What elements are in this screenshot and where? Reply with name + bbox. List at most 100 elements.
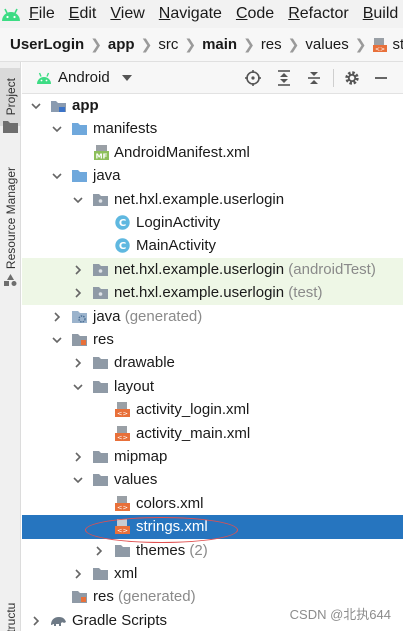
chevron-right-icon: ❯ <box>184 36 197 52</box>
watermark: CSDN @北执644 <box>289 607 391 622</box>
gradle-elephant-icon <box>51 616 66 626</box>
breadcrumb-project[interactable]: UserLogin <box>10 28 84 61</box>
breadcrumb-app[interactable]: app <box>108 28 135 61</box>
tree-label-package-test: net.hxl.example.userlogin (test) <box>114 283 322 302</box>
chevron-down-icon[interactable] <box>51 123 63 135</box>
folder-icon <box>93 474 108 487</box>
gear-icon[interactable] <box>343 69 361 87</box>
svg-text:<>: <> <box>117 410 128 418</box>
structure-tool-tab[interactable]: Structure <box>0 602 21 631</box>
tree-label-android-manifest: AndroidManifest.xml <box>114 143 250 161</box>
dropdown-arrow-icon[interactable] <box>121 74 132 82</box>
tree-row-strings[interactable]: <> strings.xml <box>22 515 403 539</box>
resource-manager-icon <box>4 274 17 286</box>
chevron-down-icon[interactable] <box>72 381 84 393</box>
expand-all-icon[interactable] <box>275 69 293 87</box>
chevron-right-icon: ❯ <box>354 36 367 52</box>
chevron-right-icon[interactable] <box>72 568 84 580</box>
chevron-right-icon[interactable] <box>72 357 84 369</box>
tree-row-android-manifest[interactable]: MF AndroidManifest.xml <box>22 141 403 164</box>
tree-label-res-generated: res (generated) <box>93 587 196 606</box>
package-folder-icon <box>93 287 108 300</box>
tree-label-activity-login: activity_login.xml <box>136 401 250 419</box>
tree-row-xml[interactable]: xml <box>22 562 403 585</box>
svg-text:<>: <> <box>117 503 128 511</box>
breadcrumb-values[interactable]: values <box>305 28 348 61</box>
menu-build[interactable]: Build <box>356 0 403 28</box>
tree-row-activity-main[interactable]: <> activity_main.xml <box>22 422 403 445</box>
breadcrumb: UserLogin ❯ app ❯ src ❯ main ❯ res ❯ val… <box>0 28 403 62</box>
tree-row-package-test[interactable]: net.hxl.example.userlogin (test) <box>22 281 403 305</box>
folder-name: themes <box>136 541 186 559</box>
tree-row-package-main[interactable]: net.hxl.example.userlogin <box>22 188 403 211</box>
chevron-right-icon[interactable] <box>30 615 42 627</box>
chevron-right-icon[interactable] <box>93 545 105 557</box>
chevron-right-icon[interactable] <box>72 287 84 299</box>
folder-name: java <box>93 307 121 325</box>
folder-icon <box>72 123 87 136</box>
chevron-down-icon[interactable] <box>72 194 84 206</box>
project-tree: app manifests MF AndroidManifest.xml jav… <box>22 94 403 631</box>
chevron-down-icon[interactable] <box>30 100 42 112</box>
manifest-file-icon: MF <box>94 144 109 160</box>
tree-row-values[interactable]: values <box>22 468 403 491</box>
tree-label-activity-main: activity_main.xml <box>136 424 251 442</box>
tree-row-java-generated[interactable]: java (generated) <box>22 305 403 328</box>
menu-edit[interactable]: Edit <box>62 0 104 28</box>
tree-label-xml: xml <box>114 565 138 582</box>
menu-navigate[interactable]: Navigate <box>152 0 229 28</box>
menu-code[interactable]: Code <box>229 0 281 28</box>
resource-manager-tool-tab[interactable]: Resource Manager <box>0 158 21 278</box>
chevron-down-icon[interactable] <box>72 474 84 486</box>
tree-row-java[interactable]: java <box>22 164 403 187</box>
breadcrumb-main[interactable]: main <box>202 28 237 61</box>
tree-row-res[interactable]: res <box>22 328 403 351</box>
project-view-selector[interactable]: Android <box>58 69 110 86</box>
tree-row-manifests[interactable]: manifests <box>22 117 403 140</box>
tree-label-colors: colors.xml <box>136 494 204 512</box>
project-toolbar: Android <box>22 62 403 94</box>
breadcrumb-strings-xml[interactable]: <> strings.xml <box>372 28 403 61</box>
chevron-down-icon[interactable] <box>51 170 63 182</box>
chevron-down-icon[interactable] <box>51 334 63 346</box>
xml-file-icon: <> <box>373 37 388 53</box>
chevron-right-icon: ❯ <box>287 36 300 52</box>
chevron-right-icon: ❯ <box>243 36 255 52</box>
menu-refactor[interactable]: Refactor <box>281 0 355 28</box>
tree-label-res: res <box>93 331 114 348</box>
tree-label-strings: strings.xml <box>136 518 208 536</box>
chevron-right-icon[interactable] <box>72 451 84 463</box>
class-badge: C <box>119 242 126 253</box>
tree-row-themes[interactable]: themes (2) <box>22 539 403 562</box>
folder-icon <box>93 357 108 370</box>
menu-view[interactable]: View <box>103 0 151 28</box>
tree-label-app: app <box>72 97 99 114</box>
tree-row-activity-login[interactable]: <> activity_login.xml <box>22 398 403 421</box>
package-name: net.hxl.example.userlogin <box>114 284 285 302</box>
tree-row-main-activity[interactable]: C MainActivity <box>22 234 403 257</box>
folder-icon <box>3 121 18 133</box>
tree-row-mipmap[interactable]: mipmap <box>22 445 403 468</box>
class-badge: C <box>119 218 126 229</box>
menu-file[interactable]: File <box>22 0 62 28</box>
tree-row-layout[interactable]: layout <box>22 375 403 398</box>
svg-text:<>: <> <box>117 433 128 441</box>
tree-row-colors[interactable]: <> colors.xml <box>22 492 403 515</box>
tree-row-login-activity[interactable]: C LoginActivity <box>22 211 403 234</box>
chevron-right-icon[interactable] <box>51 311 63 323</box>
tree-row-app[interactable]: app <box>22 94 403 117</box>
breadcrumb-res[interactable]: res <box>261 28 282 61</box>
class-c-icon: C <box>115 215 130 230</box>
hide-minus-icon[interactable] <box>372 69 390 87</box>
collapse-all-icon[interactable] <box>305 69 323 87</box>
folder-icon <box>72 170 87 183</box>
chevron-right-icon[interactable] <box>72 264 84 276</box>
item-count: (2) <box>189 541 208 559</box>
tree-row-drawable[interactable]: drawable <box>22 351 403 374</box>
xml-file-icon: <> <box>115 495 130 511</box>
breadcrumb-src[interactable]: src <box>158 28 178 61</box>
source-set-suffix: (test) <box>288 284 323 302</box>
tree-row-package-android-test[interactable]: net.hxl.example.userlogin (androidTest) <box>22 257 403 282</box>
project-tool-tab[interactable]: Project <box>0 68 21 126</box>
locate-crosshair-icon[interactable] <box>244 69 262 87</box>
